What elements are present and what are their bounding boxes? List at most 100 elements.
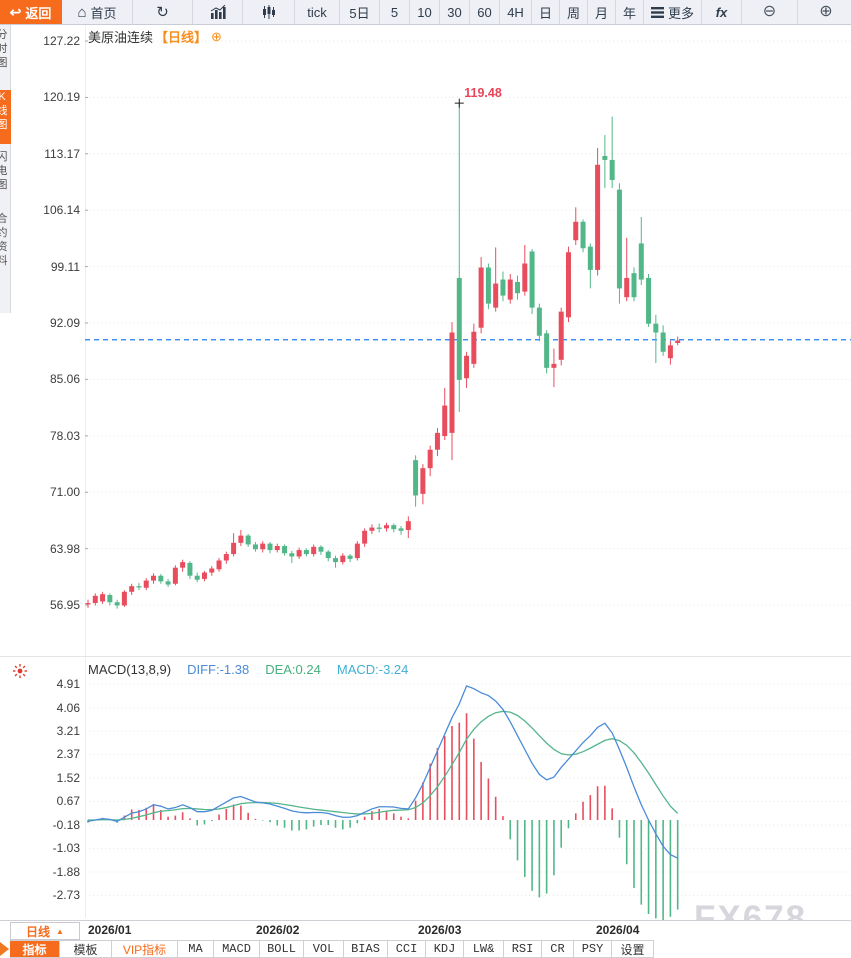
toolbar-month-button[interactable]: 月 xyxy=(588,0,616,24)
top-toolbar: ↩ 返回 ⌂ 首页 ↻ tick 5日 5 10 30 60 4H 日周月年更多 fx ⊖ ⊕ xyxy=(0,0,851,25)
indicator-tab-MA[interactable]: MA xyxy=(178,941,214,958)
sidebar-tab-label: K线图 xyxy=(0,91,8,131)
macd-diff-value: DIFF:-1.38 xyxy=(187,662,250,677)
macd-header: MACD(13,8,9) DIFF:-1.38 DEA:0.24 MACD:-3… xyxy=(88,662,408,677)
toolbar-day-label: 日 xyxy=(538,5,552,21)
high-price-annotation: 119.48 xyxy=(464,86,502,100)
sidebar-tab-0[interactable]: 分时图 xyxy=(0,28,11,86)
refresh-icon: ↻ xyxy=(156,3,169,21)
toolbar-60m-label: 60 xyxy=(477,4,492,20)
toolbar-10m-label: 10 xyxy=(417,4,432,20)
macd-tick-label: 4.91 xyxy=(56,677,80,692)
indicator-tab-VIP指标[interactable]: VIP指标 xyxy=(112,941,178,958)
macd-tick-label: 1.52 xyxy=(56,770,80,785)
x-axis-tick-label: 2026/02 xyxy=(256,923,300,937)
period-tag: 【日线】 xyxy=(155,30,208,45)
indicator-tab-CR[interactable]: CR xyxy=(542,941,574,958)
menu-icon xyxy=(650,6,664,18)
indicator-tab-设置[interactable]: 设置 xyxy=(612,941,654,958)
chart-title: 美原油连续 【日线】 ⊕ xyxy=(88,27,222,46)
toolbar-month-label: 月 xyxy=(594,5,608,21)
sidebar-tab-1[interactable]: K线图 xyxy=(0,90,11,144)
toolbar-home-label: 首页 xyxy=(90,5,117,21)
collapse-handle-icon[interactable] xyxy=(0,942,9,956)
dea-line xyxy=(88,710,679,821)
indicator-tab-PSY[interactable]: PSY xyxy=(574,941,612,958)
sidebar-tab-3[interactable]: 合约资料 xyxy=(0,212,11,286)
zoom-in-icon: ⊕ xyxy=(819,3,833,20)
toolbar-5d-button[interactable]: 5日 xyxy=(340,0,380,24)
macd-tick-label: 2.37 xyxy=(56,747,80,762)
macd-tick-label: -2.73 xyxy=(52,888,80,903)
macd-chart[interactable] xyxy=(85,660,851,920)
toolbar-zoom-out-button[interactable]: ⊖ xyxy=(742,0,798,24)
period-selector[interactable]: 日线 ▲ xyxy=(10,922,80,940)
sidebar-tab-2[interactable]: 闪电图 xyxy=(0,150,11,208)
toolbar-60m-button[interactable]: 60 xyxy=(470,0,500,24)
macd-dea-value: DEA:0.24 xyxy=(265,662,321,677)
toolbar-tick-button[interactable]: tick xyxy=(295,0,340,24)
toolbar-candlestick-button[interactable] xyxy=(243,0,295,24)
price-tick-label: 85.06 xyxy=(49,372,80,387)
macd-tick-label: -0.18 xyxy=(52,817,80,832)
toolbar-bar-chart-button[interactable] xyxy=(193,0,243,24)
price-tick-label: 92.09 xyxy=(49,315,80,330)
indicator-tab-VOL[interactable]: VOL xyxy=(304,941,344,958)
sidebar-tab-label: 合约资料 xyxy=(0,213,8,267)
candlestick-icon xyxy=(262,5,276,19)
macd-name: MACD(13,8,9) xyxy=(88,662,172,677)
indicator-tab-指标[interactable]: 指标 xyxy=(10,941,60,958)
price-tick-label: 113.17 xyxy=(44,146,80,161)
indicator-tab-BIAS[interactable]: BIAS xyxy=(344,941,388,958)
price-tick-label: 106.14 xyxy=(43,203,80,218)
price-tick-label: 71.00 xyxy=(49,485,80,500)
zoom-out-icon: ⊖ xyxy=(762,3,777,20)
indicator-tab-CCI[interactable]: CCI xyxy=(388,941,426,958)
x-axis-tick-label: 2026/03 xyxy=(418,923,462,937)
price-tick-label: 99.11 xyxy=(50,259,80,274)
indicator-tab-KDJ[interactable]: KDJ xyxy=(426,941,464,958)
macd-macd-value: MACD:-3.24 xyxy=(336,662,409,677)
x-axis-tick-label: 2026/01 xyxy=(88,923,132,937)
indicator-tab-MACD[interactable]: MACD xyxy=(214,941,260,958)
toolbar-zoom-in-button[interactable]: ⊕ xyxy=(798,0,851,24)
toolbar-back-label: 返回 xyxy=(25,5,52,21)
bar-chart-icon xyxy=(210,5,226,19)
toolbar-30m-label: 30 xyxy=(447,4,462,20)
indicator-tab-RSI[interactable]: RSI xyxy=(504,941,542,958)
price-tick-label: 56.95 xyxy=(49,598,80,613)
toolbar-fx-button[interactable]: fx xyxy=(702,0,742,24)
toolbar-fx-label: fx xyxy=(715,4,728,20)
left-sidebar: 分时图 K线图闪电图合约资料 xyxy=(0,25,11,313)
toolbar-10m-button[interactable]: 10 xyxy=(410,0,440,24)
back-icon: ↩ xyxy=(9,4,22,20)
indicator-settings-icon[interactable] xyxy=(12,663,28,679)
toolbar-year-button[interactable]: 年 xyxy=(616,0,644,24)
sidebar-tab-label: 分时图 xyxy=(0,29,8,69)
toolbar-refresh-button[interactable]: ↻ xyxy=(133,0,193,24)
sidebar-tab-label: 闪电图 xyxy=(0,151,8,191)
toolbar-more-button[interactable]: 更多 xyxy=(644,0,702,24)
toolbar-week-button[interactable]: 周 xyxy=(560,0,588,24)
toolbar-back-button[interactable]: ↩ 返回 xyxy=(0,0,62,24)
diff-line xyxy=(87,685,678,859)
add-indicator-icon[interactable]: ⊕ xyxy=(211,29,222,45)
toolbar-30m-button[interactable]: 30 xyxy=(440,0,470,24)
toolbar-home-button[interactable]: ⌂ 首页 xyxy=(62,0,133,24)
price-tick-label: 127.22 xyxy=(43,34,80,48)
indicator-tab-BOLL[interactable]: BOLL xyxy=(260,941,304,958)
chevron-up-icon: ▲ xyxy=(56,926,64,936)
toolbar-5d-label: 5日 xyxy=(349,5,370,21)
toolbar-day-button[interactable]: 日 xyxy=(532,0,560,24)
toolbar-year-label: 年 xyxy=(622,5,636,21)
toolbar-week-label: 周 xyxy=(566,5,580,21)
price-tick-label: 120.19 xyxy=(43,90,80,105)
price-tick-label: 78.03 xyxy=(49,428,80,443)
toolbar-5m-button[interactable]: 5 xyxy=(380,0,410,24)
candlestick-chart[interactable]: 119.48 xyxy=(85,25,851,656)
pane-separator xyxy=(0,656,851,657)
indicator-tab-LW&[interactable]: LW& xyxy=(464,941,504,958)
toolbar-4h-button[interactable]: 4H xyxy=(500,0,532,24)
indicator-tab-模板[interactable]: 模板 xyxy=(60,941,112,958)
symbol-name: 美原油连续 xyxy=(88,30,154,45)
